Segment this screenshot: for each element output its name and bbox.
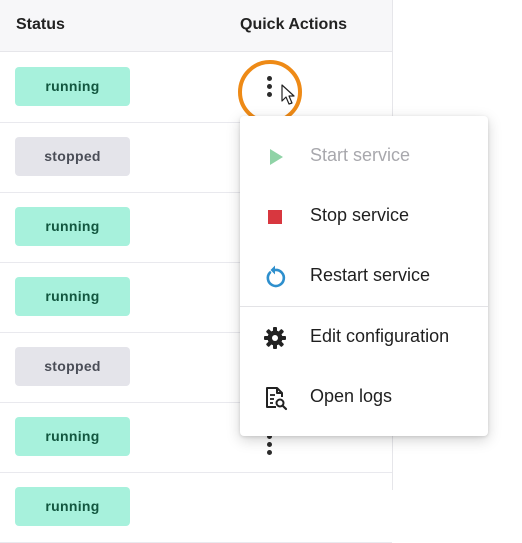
menu-item-label: Edit configuration [310, 326, 450, 346]
menu-item-label: Open logs [310, 386, 393, 406]
menu-item-edit-configuration[interactable]: Edit configuration [240, 307, 488, 367]
restart-icon [266, 265, 286, 288]
status-badge: stopped [15, 347, 130, 386]
stop-icon [268, 210, 282, 224]
status-badge: running [15, 487, 130, 526]
menu-item-open-logs[interactable]: Open logs [240, 367, 488, 427]
menu-item-label: Stop service [310, 205, 410, 225]
logs-icon [266, 387, 288, 411]
menu-item-restart-service[interactable]: Restart service [240, 246, 488, 306]
status-badge: stopped [15, 137, 130, 176]
menu-item-start-service[interactable]: Start service [240, 126, 488, 186]
status-badge: running [15, 417, 130, 456]
status-badge: running [15, 67, 130, 106]
gear-icon [264, 327, 286, 349]
table-row: running [0, 52, 392, 123]
status-badge: running [15, 277, 130, 316]
quick-actions-menu: Start service Stop service Restart servi… [240, 116, 488, 436]
table-header: Status Quick Actions [0, 0, 392, 52]
menu-item-label: Restart service [310, 265, 431, 285]
quick-actions-column-header: Quick Actions [240, 16, 347, 33]
mouse-cursor-icon [281, 84, 295, 105]
play-icon [270, 149, 283, 165]
menu-item-label: Start service [310, 145, 411, 165]
table-row: running [0, 472, 392, 543]
menu-item-stop-service[interactable]: Stop service [240, 186, 488, 246]
status-badge: running [15, 207, 130, 246]
status-column-header: Status [16, 16, 65, 33]
